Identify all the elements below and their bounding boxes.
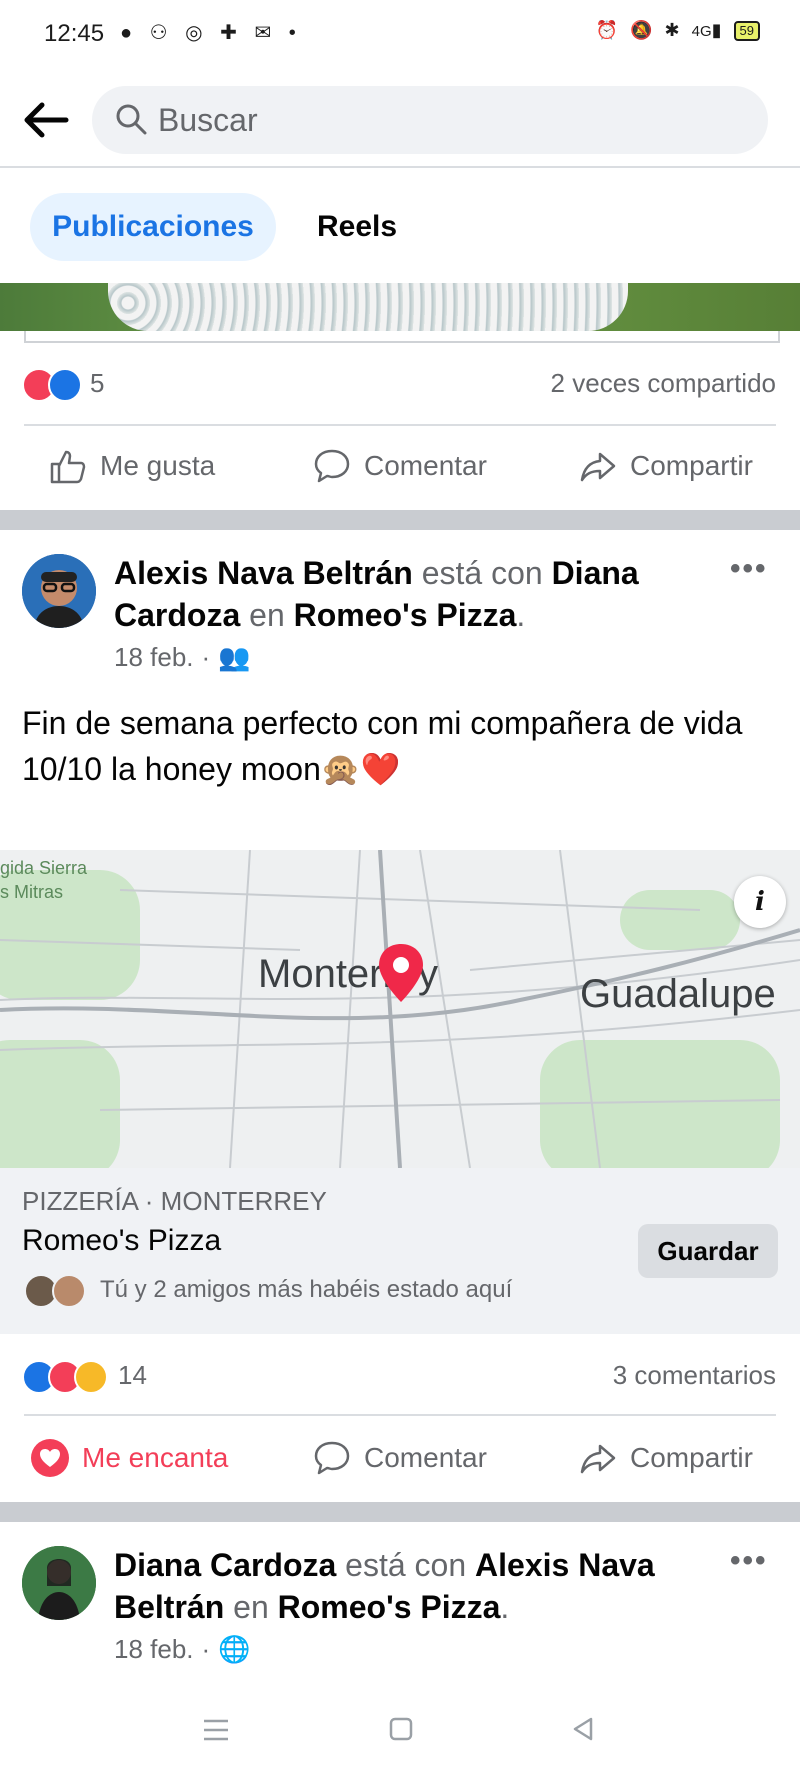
map-area-label: gida Sierra — [0, 858, 88, 878]
post-separator — [0, 1502, 800, 1522]
back-arrow-icon[interactable] — [22, 100, 70, 140]
love-label: Me encanta — [82, 1442, 229, 1473]
tab-reels[interactable]: Reels — [292, 193, 422, 261]
search-icon — [116, 104, 147, 135]
reaction-count[interactable]: 14 — [118, 1360, 147, 1391]
friend-avatar — [52, 1274, 86, 1308]
map-area-label-2: s Mitras — [0, 882, 63, 902]
post-separator — [0, 510, 800, 530]
share-button[interactable]: Compartir — [578, 446, 753, 486]
share-icon — [580, 1444, 616, 1474]
more-options-icon[interactable]: ••• — [730, 1544, 768, 1578]
location-pin-icon — [379, 944, 423, 1002]
with-text: está con — [421, 555, 543, 591]
care-reaction-icon — [74, 1360, 108, 1394]
friends-icon: 👥 — [218, 642, 251, 672]
comment-icon — [314, 449, 350, 483]
friends-visited-text: Tú y 2 amigos más habéis estado aquí — [100, 1276, 513, 1303]
comment-label: Comentar — [364, 1442, 487, 1473]
heart-icon — [31, 1439, 69, 1477]
post-meta: 18 feb. · 👥 — [114, 642, 251, 673]
header-divider — [0, 166, 800, 168]
notification-icons: ● ⚇ ◎ ✚ ✉ • — [120, 22, 302, 44]
share-button[interactable]: Compartir — [578, 1438, 753, 1478]
avatar[interactable] — [22, 1546, 96, 1620]
post-meta: 18 feb. · 🌐 — [114, 1634, 251, 1665]
comment-icon — [314, 1441, 350, 1475]
post1-action-divider — [24, 424, 776, 426]
comment-button[interactable]: Comentar — [312, 1438, 487, 1478]
system-icons: ⏰ 🔕 ✱ 4G▮ 59 — [596, 20, 760, 41]
search-input[interactable]: Buscar — [92, 86, 768, 154]
at-text: en — [249, 597, 285, 633]
share-icon — [580, 452, 616, 482]
like-button[interactable]: Me gusta — [48, 446, 215, 486]
share-label: Compartir — [630, 450, 753, 481]
comment-button[interactable]: Comentar — [312, 446, 487, 486]
location-map[interactable]: gida Sierra s Mitras Monterrey Guadalupe — [0, 850, 800, 1168]
back-nav-icon[interactable] — [570, 1716, 596, 1742]
globe-icon: 🌐 — [218, 1634, 251, 1664]
map-info-icon[interactable]: i — [734, 876, 786, 928]
bluetooth-icon: ✱ — [664, 20, 680, 40]
tab-publicaciones[interactable]: Publicaciones — [30, 193, 276, 261]
menu-icon[interactable] — [202, 1718, 230, 1742]
with-text: está con — [345, 1547, 467, 1583]
share-count[interactable]: 2 veces compartido — [551, 368, 776, 399]
post-date[interactable]: 18 feb. — [114, 642, 194, 673]
post2-action-divider — [24, 1414, 776, 1416]
status-bar: 12:45 ● ⚇ ◎ ✚ ✉ • ⏰ 🔕 ✱ 4G▮ 59 — [0, 0, 800, 72]
avatar[interactable] — [22, 554, 96, 628]
place-link[interactable]: Romeo's Pizza — [278, 1589, 501, 1625]
comment-label: Comentar — [364, 450, 487, 481]
battery-icon: 59 — [733, 20, 760, 41]
mute-icon: 🔕 — [630, 20, 653, 40]
post-text-line2: 10/10 la honey moon🙊❤️ — [22, 751, 401, 787]
place-name[interactable]: Romeo's Pizza — [22, 1224, 221, 1258]
avatar-person-icon — [22, 1546, 96, 1620]
thumbs-up-icon — [50, 450, 86, 484]
share-label: Compartir — [630, 1442, 753, 1473]
post-header: Diana Cardoza está con Alexis Nava Beltr… — [114, 1547, 655, 1625]
post-date[interactable]: 18 feb. — [114, 1634, 194, 1665]
more-options-icon[interactable]: ••• — [730, 552, 768, 586]
place-link[interactable]: Romeo's Pizza — [294, 597, 517, 633]
like-reaction-icon — [48, 368, 82, 402]
love-button[interactable]: Me encanta — [30, 1438, 228, 1478]
post-header: Alexis Nava Beltrán está con Diana Cardo… — [114, 555, 639, 633]
home-icon[interactable] — [388, 1716, 414, 1742]
post-text-line1: Fin de semana perfecto con mi compañera … — [22, 705, 743, 741]
alarm-icon: ⏰ — [595, 20, 619, 40]
author-name[interactable]: Alexis Nava Beltrán — [114, 555, 413, 591]
status-time: 12:45 — [44, 20, 105, 47]
reaction-count[interactable]: 5 — [90, 368, 104, 399]
signal-icon: 4G▮ — [691, 20, 722, 40]
save-button[interactable]: Guardar — [638, 1224, 778, 1278]
author-name[interactable]: Diana Cardoza — [114, 1547, 336, 1583]
post-image-frame — [24, 331, 780, 343]
post-text: Fin de semana perfecto con mi compañera … — [22, 700, 782, 792]
search-placeholder: Buscar — [158, 102, 258, 138]
map-city-label-2: Guadalupe — [580, 972, 776, 1016]
post-image[interactable] — [0, 283, 800, 331]
system-nav-bar — [0, 1682, 800, 1778]
place-category: PIZZERÍA · MONTERREY — [22, 1186, 327, 1216]
like-label: Me gusta — [100, 450, 216, 481]
avatar-face-icon — [22, 554, 96, 628]
comment-count[interactable]: 3 comentarios — [613, 1360, 776, 1391]
at-text: en — [233, 1589, 269, 1625]
